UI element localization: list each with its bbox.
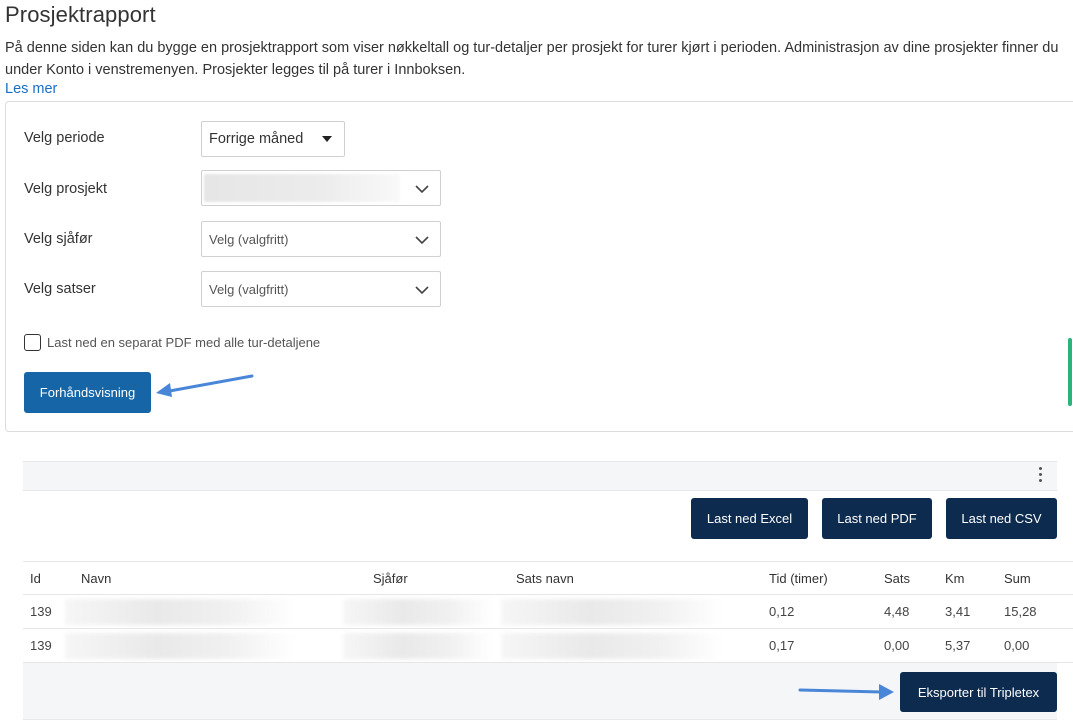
table-toolbar (23, 461, 1057, 491)
cell-sats: 0,00 (884, 638, 910, 653)
rates-label: Velg satser (24, 281, 96, 297)
column-header-sats[interactable]: Sats (884, 571, 910, 586)
cell-sjafor-redacted (343, 599, 493, 625)
side-accent-bar (1068, 338, 1072, 406)
cell-sum: 0,00 (1004, 638, 1030, 653)
cell-id: 139 (30, 604, 52, 619)
cell-sjafor-redacted (343, 633, 493, 659)
column-header-km[interactable]: Km (945, 571, 965, 586)
period-label: Velg periode (24, 130, 105, 146)
driver-select[interactable]: Velg (valgfritt) (201, 221, 441, 257)
cell-sum: 15,28 (1004, 604, 1037, 619)
cell-km: 5,37 (945, 638, 971, 653)
annotation-arrow-icon (798, 684, 894, 700)
table-row[interactable]: 139 0,17 0,00 5,37 0,00 (23, 629, 1073, 663)
annotation-arrow-icon (156, 374, 254, 397)
download-excel-button[interactable]: Last ned Excel (691, 498, 808, 539)
period-select[interactable]: Forrige måned (201, 121, 345, 157)
cell-tid: 0,17 (769, 638, 795, 653)
column-header-sum[interactable]: Sum (1004, 571, 1031, 586)
rates-select-placeholder: Velg (valgfritt) (209, 282, 289, 297)
project-label: Velg prosjekt (24, 181, 108, 197)
kebab-menu-icon[interactable] (1036, 467, 1044, 485)
read-more-link[interactable]: Les mer (5, 81, 57, 97)
column-header-tid[interactable]: Tid (timer) (769, 571, 828, 586)
cell-tid: 0,12 (769, 604, 795, 619)
driver-label: Velg sjåfør (24, 231, 93, 247)
column-header-id[interactable]: Id (30, 571, 41, 586)
separate-pdf-checkbox-label: Last ned en separat PDF med alle tur-det… (47, 335, 321, 350)
project-select[interactable] (201, 170, 441, 206)
period-select-value: Forrige måned (209, 131, 304, 147)
preview-button[interactable]: Forhåndsvisning (24, 372, 151, 413)
driver-select-placeholder: Velg (valgfritt) (209, 232, 289, 247)
cell-navn-redacted (65, 633, 295, 659)
chevron-down-icon (415, 236, 429, 245)
cell-sats-navn-redacted (501, 599, 723, 625)
rates-select[interactable]: Velg (valgfritt) (201, 271, 441, 307)
project-value-redacted (204, 174, 400, 202)
cell-sats: 4,48 (884, 604, 910, 619)
cell-id: 139 (30, 638, 52, 653)
separate-pdf-checkbox[interactable] (24, 334, 41, 351)
cell-sats-navn-redacted (501, 633, 723, 659)
chevron-down-icon (415, 286, 429, 295)
download-pdf-button[interactable]: Last ned PDF (822, 498, 932, 539)
page-title: Prosjektrapport (5, 2, 156, 27)
table-header: Id Navn Sjåfør Sats navn Tid (timer) Sat… (23, 561, 1073, 595)
page-intro: På denne siden kan du bygge en prosjektr… (5, 40, 1059, 78)
table-row[interactable]: 139 0,12 4,48 3,41 15,28 (23, 595, 1073, 629)
chevron-down-icon (415, 185, 429, 194)
cell-km: 3,41 (945, 604, 971, 619)
column-header-sats-navn[interactable]: Sats navn (516, 571, 574, 586)
column-header-navn[interactable]: Navn (81, 571, 111, 586)
caret-down-icon (322, 136, 332, 142)
download-csv-button[interactable]: Last ned CSV (946, 498, 1057, 539)
column-header-sjafor[interactable]: Sjåfør (373, 571, 408, 586)
export-tripletex-button[interactable]: Eksporter til Tripletex (900, 672, 1057, 712)
cell-navn-redacted (65, 599, 295, 625)
